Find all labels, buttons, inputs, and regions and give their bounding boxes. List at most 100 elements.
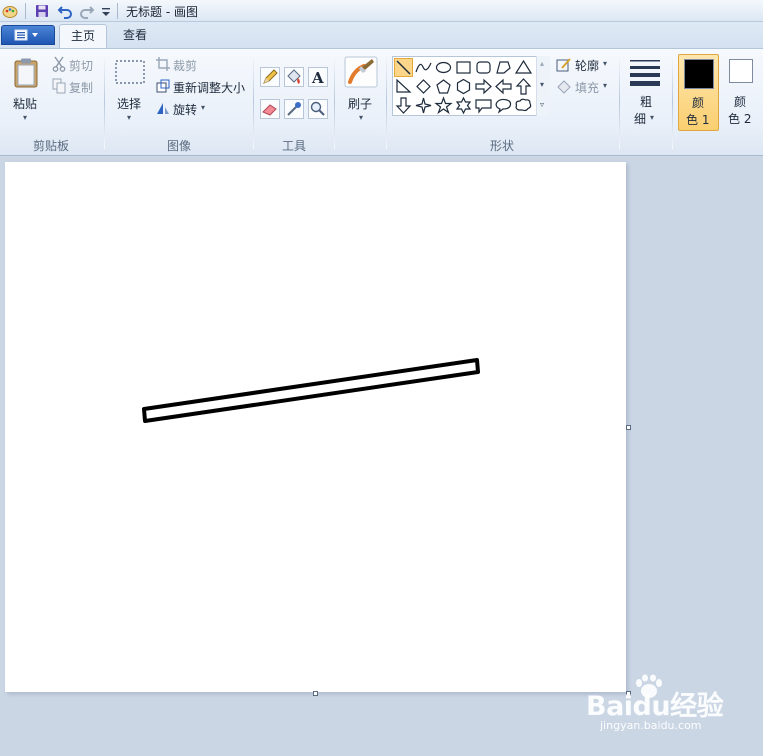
shape-rounded-rectangle[interactable] [474,58,493,77]
text-tool[interactable]: A [308,67,328,87]
shapes-gallery [392,56,550,116]
color-1-swatch [684,59,714,89]
scroll-up-icon[interactable]: ▴ [540,59,544,68]
magnifier-tool[interactable] [308,99,328,119]
cloud-callout-shape-icon [515,98,532,112]
select-label: 选择 [117,97,142,111]
save-icon[interactable] [34,3,50,19]
shape-down-arrow[interactable] [394,96,413,115]
color-2-swatch [729,59,753,83]
quick-access-separator [25,3,26,19]
line-width-icon [630,60,660,86]
crop-icon [156,57,170,71]
rectangle-shape-icon [456,61,471,74]
shape-four-point-star[interactable] [414,96,433,115]
ribbon: 粘贴 ▾ 剪切 复制 剪贴板 选择 ▾ 裁剪 重新调整大小 旋转 ▾ 图像 A … [0,48,763,156]
shape-triangle[interactable] [514,58,533,77]
shape-curve[interactable] [414,58,433,77]
baidu-watermark: Baidu经验 jingyan.baidu.com [586,674,756,738]
paint-menu-button[interactable] [1,25,55,45]
menu-icon [14,29,38,41]
up-arrow-shape-icon [515,78,532,95]
watermark-url: jingyan.baidu.com [600,719,702,732]
size-button[interactable]: 粗 细 ▾ [626,55,666,133]
expand-gallery-icon[interactable]: ▿ [540,100,544,109]
color-picker-tool[interactable] [284,99,304,119]
right-arrow-shape-icon [475,78,492,95]
resize-handle-bottom[interactable] [313,691,318,696]
right-triangle-shape-icon [396,78,412,93]
shape-six-point-star[interactable] [454,96,473,115]
shape-up-arrow[interactable] [514,77,533,96]
outline-label: 轮廓 [575,59,600,73]
curve-shape-icon [415,62,432,73]
chevron-down-icon: ▾ [23,113,28,122]
shape-rectangle[interactable] [454,58,473,77]
eraser-icon [262,104,277,116]
select-button[interactable]: 选择 ▾ [112,55,148,125]
fill-label: 填充 [575,81,600,95]
shape-five-point-star[interactable] [434,96,453,115]
title-bar: 无标题 - 画图 [0,0,763,22]
outline-icon [556,58,571,72]
drawing-canvas[interactable] [5,162,626,692]
eraser-tool[interactable] [260,99,280,119]
hexagon-shape-icon [456,78,471,95]
shape-cloud-callout[interactable] [514,96,533,115]
cut-label: 剪切 [69,59,94,73]
shape-line[interactable] [394,58,413,77]
tab-view[interactable]: 查看 [112,24,158,48]
paste-button[interactable]: 粘贴 ▾ [6,55,46,125]
triangle-shape-icon [514,59,533,74]
redo-icon[interactable] [79,3,95,19]
five-point-star-shape-icon [434,96,453,115]
rotate-label: 旋转 [173,103,198,117]
color-1-label-line1: 颜 [692,96,705,110]
group-separator [672,55,673,149]
image-group-label: 图像 [167,139,192,153]
tab-home[interactable]: 主页 [59,24,108,48]
shape-oval-callout[interactable] [494,96,513,115]
shape-oval[interactable] [434,58,453,77]
undo-icon[interactable] [57,3,73,19]
oval-shape-icon [435,61,452,74]
shapes-group-label: 形状 [490,139,515,153]
line-shape-icon [396,60,411,75]
paste-icon [14,58,38,88]
shape-left-arrow[interactable] [494,77,513,96]
eyedropper-icon [287,102,301,116]
brushes-button[interactable]: 刷子 ▾ [342,55,380,125]
shape-right-triangle[interactable] [394,77,413,96]
brushes-label: 刷子 [348,97,373,111]
shape-pentagon[interactable] [434,77,453,96]
size-label-line2: 细 [634,112,647,126]
color-2-label-line1: 颜 [734,95,747,109]
canvas-workspace [0,157,763,756]
pencil-tool[interactable] [260,67,280,87]
group-separator [619,55,620,149]
paste-label: 粘贴 [13,97,38,111]
left-arrow-shape-icon [495,78,512,95]
fill-tool[interactable] [284,67,304,87]
color-1-button[interactable]: 颜 色 1 [678,54,719,131]
shapes-gallery-scroll[interactable]: ▴ ▾ ▿ [536,56,550,116]
resize-icon [156,79,170,93]
color-2-label-line2: 色 2 [728,112,752,126]
color-2-button[interactable]: 颜 色 2 [724,54,758,131]
customize-quick-access-icon[interactable] [98,3,114,19]
shape-polygon[interactable] [494,58,513,77]
shape-hexagon[interactable] [454,77,473,96]
shape-rect-callout[interactable] [474,96,493,115]
resize-handle-right[interactable] [626,425,631,430]
six-point-star-shape-icon [455,96,472,115]
paint-app-icon[interactable] [2,3,18,19]
tools-group-label: 工具 [282,139,307,153]
diamond-shape-icon [416,79,431,94]
group-separator [104,55,105,149]
chevron-down-icon: ▾ [201,103,206,112]
svg-text:A: A [311,69,324,86]
shape-diamond[interactable] [414,77,433,96]
scroll-down-icon[interactable]: ▾ [540,80,544,89]
group-separator [386,55,387,149]
shape-right-arrow[interactable] [474,77,493,96]
